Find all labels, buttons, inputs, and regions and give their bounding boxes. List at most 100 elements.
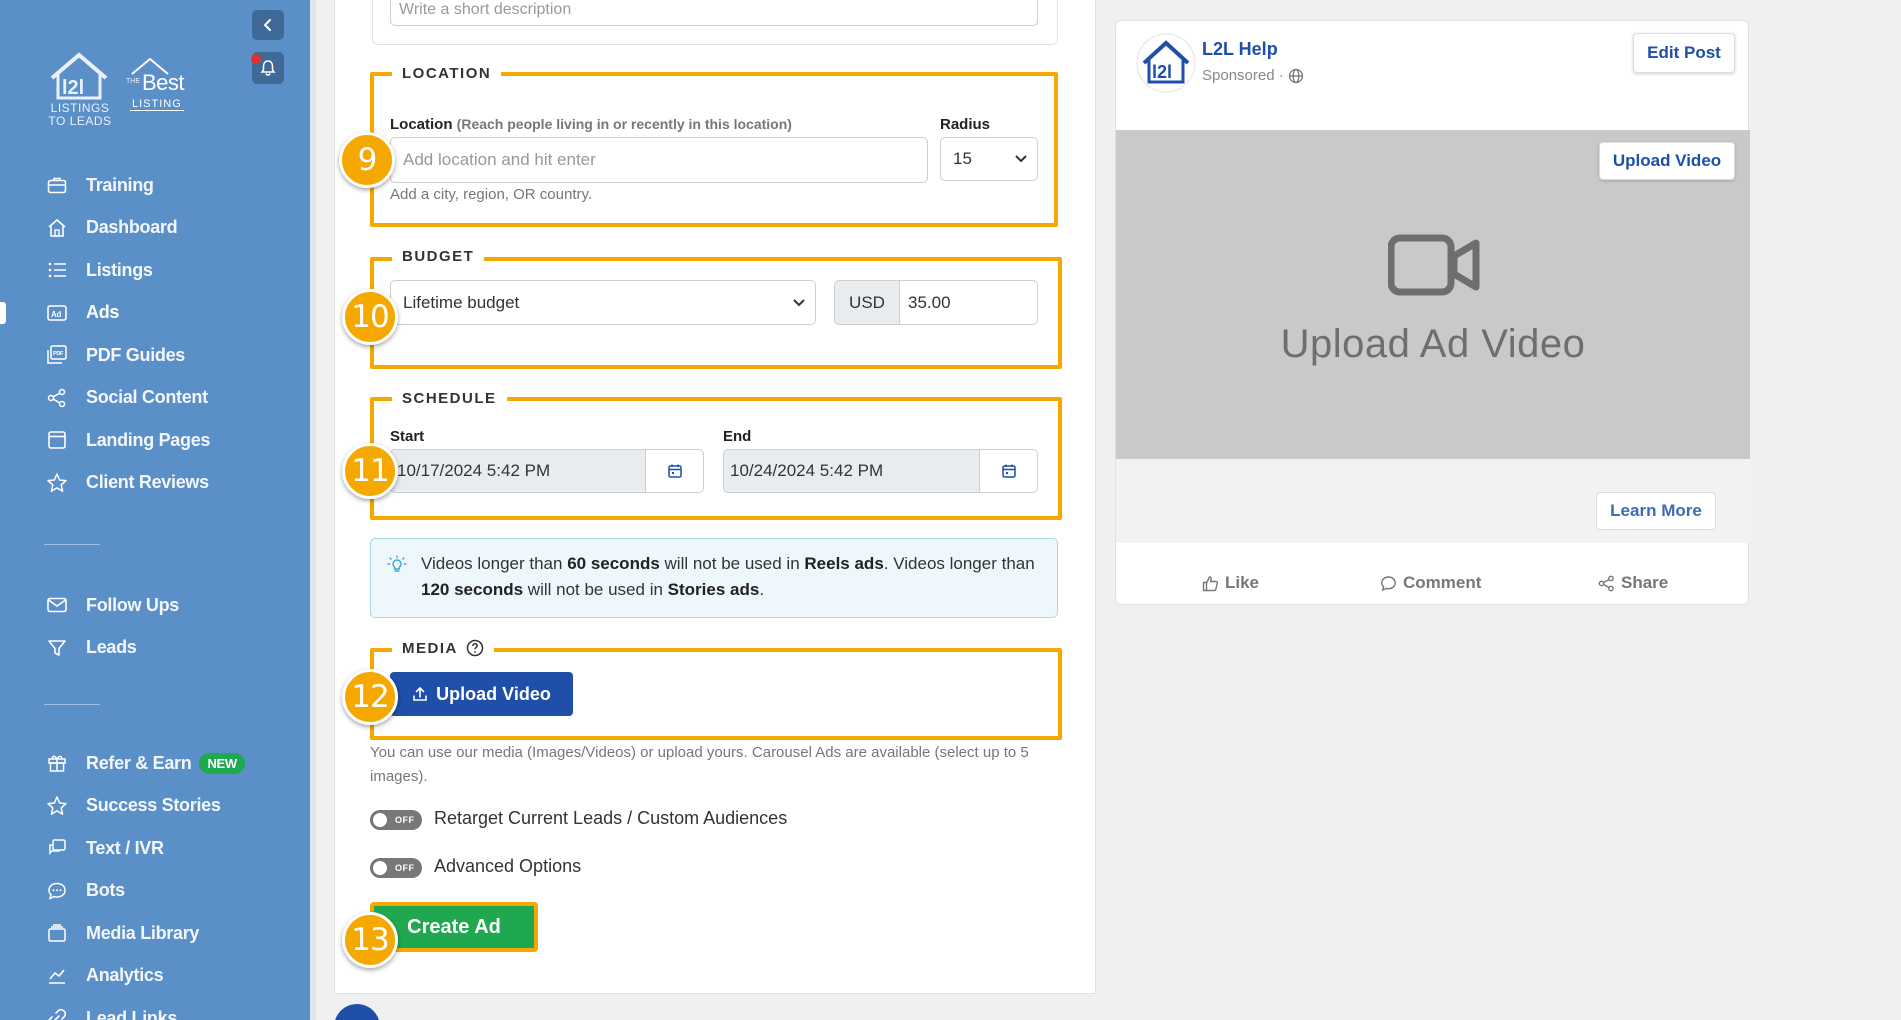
location-label-hint: (Reach people living in or recently in t… (456, 116, 792, 132)
sidebar-item-listings[interactable]: Listings (0, 249, 310, 292)
upload-video-label: Upload Video (436, 683, 551, 704)
step-badge-9: 9 (339, 132, 395, 188)
sidebar-item-label: Landing Pages (86, 429, 211, 450)
start-date-input[interactable]: 10/17/2024 5:42 PM (390, 449, 646, 493)
budget-amount-input[interactable]: 35.00 (899, 280, 1038, 325)
sidebar-scrollbar[interactable] (310, 0, 316, 1020)
radius-label: Radius (940, 116, 991, 133)
end-label: End (723, 428, 752, 445)
list-icon (46, 259, 68, 281)
sidebar-item-text-ivr[interactable]: Text / IVR (0, 827, 310, 870)
sidebar-item-leads[interactable]: Leads (0, 627, 310, 670)
sidebar-item-bots[interactable]: Bots (0, 870, 310, 913)
page-avatar: l2l (1136, 33, 1196, 93)
sidebar-item-label: Analytics (86, 965, 164, 986)
radius-select[interactable]: 15 (940, 137, 1038, 181)
svg-text:Ad: Ad (51, 310, 61, 319)
step-badge-12: 12 (342, 669, 398, 725)
envelope-icon (46, 594, 68, 616)
logo-best-prefix: THE (126, 78, 140, 85)
info-emphasis: Stories ads (667, 580, 760, 599)
sidebar-item-label: Social Content (86, 387, 208, 408)
learn-more-button[interactable]: Learn More (1596, 492, 1716, 530)
comment-action[interactable]: Comment (1380, 573, 1481, 593)
sidebar-item-label: Bots (86, 880, 125, 901)
sidebar-item-social-content[interactable]: Social Content (0, 377, 310, 420)
upload-icon (413, 686, 427, 701)
ad-icon: Ad (46, 302, 68, 324)
like-label: Like (1225, 573, 1260, 592)
help-circle-icon[interactable] (466, 639, 484, 657)
retarget-toggle[interactable]: OFF (370, 810, 422, 830)
sidebar-item-label: Ads (86, 302, 120, 323)
info-text: . Videos longer than (883, 554, 1035, 573)
secondary-nav: Follow Ups Leads (0, 584, 310, 669)
step-badge-10: 10 (342, 289, 398, 345)
retarget-label: Retarget Current Leads / Custom Audience… (434, 808, 788, 828)
media-legend-text: MEDIA (402, 639, 458, 657)
chat-icon (46, 837, 68, 859)
end-date-input[interactable]: 10/24/2024 5:42 PM (723, 449, 980, 493)
sidebar-item-dashboard[interactable]: Dashboard (0, 207, 310, 250)
budget-type-value: Lifetime budget (403, 292, 520, 312)
preview-upload-video-button[interactable]: Upload Video (1599, 142, 1735, 180)
bell-icon (260, 60, 276, 76)
sidebar-item-follow-ups[interactable]: Follow Ups (0, 584, 310, 627)
media-help-text: You can use our media (Images/Videos) or… (370, 744, 1029, 785)
comment-label: Comment (1403, 573, 1482, 592)
logo-best-main: Best (142, 70, 185, 95)
new-badge: NEW (199, 752, 245, 774)
page-name[interactable]: L2L Help (1202, 39, 1278, 60)
comment-icon (1381, 575, 1396, 591)
logo-caption-line-2: TO LEADS (48, 114, 112, 128)
toggle-state: OFF (395, 815, 415, 825)
sidebar-item-label: Dashboard (86, 217, 178, 238)
sidebar-item-ads[interactable]: Ad Ads (0, 292, 310, 335)
sidebar-item-label: Success Stories (86, 795, 221, 816)
location-legend: LOCATION (392, 65, 502, 82)
share-action[interactable]: Share (1598, 573, 1668, 593)
sidebar-item-training[interactable]: Training (0, 164, 310, 207)
sidebar-item-landing-pages[interactable]: Landing Pages (0, 419, 310, 462)
best-listing-logo[interactable]: THE Best LISTING (124, 56, 196, 116)
sidebar-item-success-stories[interactable]: Success Stories (0, 785, 310, 828)
end-calendar-button[interactable] (979, 449, 1038, 493)
folder-icon (46, 922, 68, 944)
house-logo-icon: l2l (50, 52, 108, 100)
toggle-knob (373, 861, 387, 875)
sidebar-item-analytics[interactable]: Analytics (0, 955, 310, 998)
step-badge-11: 11 (342, 443, 398, 499)
info-emphasis: 120 seconds (421, 580, 524, 599)
start-calendar-button[interactable] (645, 449, 704, 493)
thumbs-up-icon (1202, 575, 1219, 591)
sidebar-item-label: Lead Links (86, 1007, 178, 1020)
share-label: Share (1621, 573, 1669, 592)
budget-type-select[interactable]: Lifetime budget (390, 280, 816, 325)
chevron-down-icon (1015, 155, 1027, 163)
location-label: Location (Reach people living in or rece… (390, 116, 792, 133)
ad-preview-card: l2l L2L Help Sponsored · Edit Post Uploa… (1115, 20, 1750, 605)
sidebar-item-client-reviews[interactable]: Client Reviews (0, 462, 310, 505)
sidebar-item-refer-earn[interactable]: Refer & Earn NEW (0, 742, 310, 785)
toggle-state: OFF (395, 863, 415, 873)
share-icon (46, 387, 68, 409)
l2l-logo[interactable]: l2l LISTINGS TO LEADS (44, 50, 114, 128)
share-icon (1598, 575, 1614, 591)
collapse-sidebar-button[interactable] (252, 10, 284, 40)
location-input[interactable]: Add location and hit enter (390, 137, 928, 183)
sidebar-item-lead-links[interactable]: Lead Links (0, 997, 310, 1020)
video-camera-icon (1388, 234, 1480, 296)
info-text: . (759, 580, 765, 599)
svg-text:l2l: l2l (62, 77, 84, 99)
sidebar-item-media-library[interactable]: Media Library (0, 912, 310, 955)
sidebar-item-label: Refer & Earn (86, 752, 192, 773)
upload-video-button[interactable]: Upload Video (390, 672, 573, 716)
chevron-left-icon (263, 19, 271, 31)
like-action[interactable]: Like (1202, 573, 1259, 593)
help-widget-button[interactable] (334, 1004, 380, 1020)
sidebar-item-pdf-guides[interactable]: PDF PDF Guides (0, 334, 310, 377)
sidebar-item-label: Training (86, 174, 154, 195)
edit-post-button[interactable]: Edit Post (1633, 33, 1735, 73)
advanced-options-toggle[interactable]: OFF (370, 858, 422, 878)
description-input[interactable]: Write a short description (390, 0, 1038, 26)
